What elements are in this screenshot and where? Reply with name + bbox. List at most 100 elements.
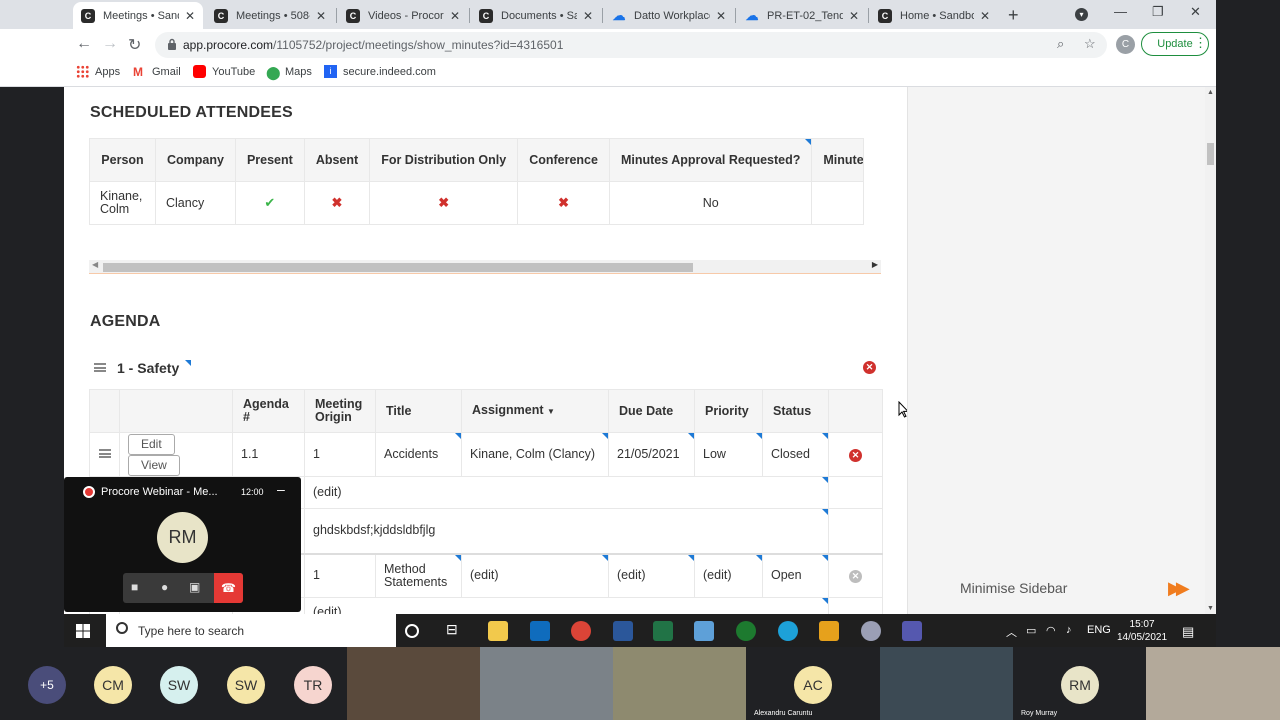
vertical-scrollbar[interactable]: ▲ ▼ xyxy=(1205,87,1216,614)
cortana-icon[interactable] xyxy=(405,624,419,638)
camera-icon[interactable]: ■ xyxy=(131,580,138,594)
file-explorer-icon[interactable] xyxy=(488,621,508,641)
teams-icon[interactable] xyxy=(902,621,922,641)
item-due-date[interactable]: 21/05/2021 xyxy=(608,432,695,477)
distribution-cross-icon[interactable]: ✖ xyxy=(438,195,449,210)
tab-documents[interactable]: C Documents • San ✕ xyxy=(471,2,601,29)
minimize-window-icon[interactable]: — xyxy=(1114,4,1127,19)
outlook-icon[interactable] xyxy=(530,621,550,641)
task-view-icon[interactable]: ⊟ xyxy=(446,621,466,641)
item-due-date[interactable]: (edit) xyxy=(608,553,695,598)
tab-pr-et-02[interactable]: ☁ PR-ET-02_Tender ✕ xyxy=(737,2,867,29)
item-assignment[interactable]: (edit) xyxy=(461,553,609,598)
item-status[interactable]: Closed xyxy=(762,432,829,477)
drag-handle-icon[interactable] xyxy=(98,449,111,458)
reload-icon[interactable]: ↻ xyxy=(128,35,141,55)
close-tab-icon[interactable]: ✕ xyxy=(450,9,460,23)
network-app-icon[interactable] xyxy=(694,621,714,641)
tab-meetings-sandbox[interactable]: C Meetings • Sandb ✕ xyxy=(73,2,203,29)
item-status[interactable]: Open xyxy=(762,553,829,598)
new-tab-button[interactable]: + xyxy=(1008,5,1019,26)
tab-title: Home • Sandbox xyxy=(900,9,974,22)
minimise-sidebar-arrow-icon[interactable]: ▶▶ xyxy=(1168,578,1190,599)
back-icon[interactable]: ← xyxy=(76,35,92,53)
restore-window-icon[interactable]: ❐ xyxy=(1152,4,1164,20)
address-bar[interactable]: app.procore.com/1105752/project/meetings… xyxy=(155,32,1107,58)
bookmark-youtube[interactable]: YouTube xyxy=(193,65,255,78)
item-assignment[interactable]: Kinane, Colm (Clancy) xyxy=(461,432,609,477)
scroll-right-icon[interactable]: ▶ xyxy=(872,260,878,269)
item-notes[interactable]: ghdskbdsf;kjddsldbfjlg xyxy=(304,508,829,554)
bookmark-star-icon[interactable]: ☆ xyxy=(1084,36,1096,52)
tab-datto-workplace[interactable]: ☁ Datto Workplace ✕ xyxy=(604,2,734,29)
close-tab-icon[interactable]: ✕ xyxy=(316,9,326,23)
close-tab-icon[interactable]: ✕ xyxy=(849,9,859,23)
col-assignment[interactable]: Assignment ▼ xyxy=(461,389,609,433)
horizontal-scrollbar[interactable]: ◀ ▶ xyxy=(89,260,881,274)
bookmark-indeed[interactable]: i secure.indeed.com xyxy=(324,65,436,78)
present-check-icon[interactable]: ✔ xyxy=(264,195,275,210)
bookmark-gmail[interactable]: M Gmail xyxy=(133,65,181,79)
taskbar-clock[interactable]: 15:07 14/05/2021 xyxy=(1117,618,1167,644)
agenda-section-title[interactable]: 1 - Safety xyxy=(117,360,192,376)
wifi-icon[interactable]: ◠ xyxy=(1046,624,1056,637)
pdf-app-icon[interactable] xyxy=(819,621,839,641)
language-indicator[interactable]: ENG xyxy=(1087,624,1111,636)
close-tab-icon[interactable]: ✕ xyxy=(980,9,990,23)
excel-icon[interactable] xyxy=(653,621,673,641)
item-priority[interactable]: (edit) xyxy=(694,553,763,598)
drag-handle-icon[interactable] xyxy=(94,363,106,372)
tab-meetings-508[interactable]: C Meetings • 508-1 ✕ xyxy=(206,2,334,29)
remove-item-icon[interactable]: ✕ xyxy=(849,448,862,462)
security-app-icon[interactable] xyxy=(736,621,756,641)
forward-icon[interactable]: → xyxy=(102,35,118,53)
scroll-up-icon[interactable]: ▲ xyxy=(1207,89,1214,96)
item-title[interactable]: Accidents xyxy=(375,432,462,477)
edit-button[interactable]: Edit xyxy=(128,433,175,455)
description-edit-link[interactable]: (edit) xyxy=(304,597,829,614)
bookmark-maps[interactable]: ⬤ Maps xyxy=(266,65,312,80)
close-tab-icon[interactable]: ✕ xyxy=(716,9,726,23)
battery-icon[interactable]: ▭ xyxy=(1026,624,1036,637)
microphone-icon[interactable]: ● xyxy=(161,580,168,594)
tab-search-icon[interactable]: ▾ xyxy=(1075,8,1088,21)
more-participants-badge[interactable]: +5 xyxy=(28,666,66,704)
edge-icon[interactable] xyxy=(778,621,798,641)
description-edit-link[interactable]: (edit) xyxy=(304,476,829,509)
chrome-icon[interactable] xyxy=(571,621,591,641)
volume-icon[interactable]: ♪ xyxy=(1066,624,1072,636)
notifications-icon[interactable]: ▤ xyxy=(1182,624,1194,640)
scroll-down-icon[interactable]: ▼ xyxy=(1207,605,1214,612)
conference-cross-icon[interactable]: ✖ xyxy=(558,195,569,210)
view-button[interactable]: View xyxy=(128,454,180,476)
tab-home-sandbox[interactable]: C Home • Sandbox ✕ xyxy=(870,2,998,29)
minimize-webinar-icon[interactable]: – xyxy=(277,481,285,497)
procore-favicon-icon: C xyxy=(346,8,360,23)
item-priority[interactable]: Low xyxy=(694,432,763,477)
tray-chevron-icon[interactable]: ︿ xyxy=(1006,624,1017,640)
scrollbar-thumb[interactable] xyxy=(1207,143,1214,165)
bookmark-apps[interactable]: Apps xyxy=(76,65,120,78)
item-title[interactable]: Method Statements xyxy=(375,553,462,598)
close-tab-icon[interactable]: ✕ xyxy=(185,9,195,23)
more-menu-icon[interactable]: ⋮ xyxy=(1194,35,1207,51)
profile-avatar[interactable]: C xyxy=(1116,35,1135,54)
absent-cross-icon[interactable]: ✖ xyxy=(332,195,343,210)
share-screen-icon[interactable]: ▣ xyxy=(189,580,200,594)
remove-section-icon[interactable]: ✕ xyxy=(863,361,876,374)
scrollbar-thumb[interactable] xyxy=(103,263,693,272)
remove-item-icon[interactable]: ✕ xyxy=(849,569,862,583)
snipping-tool-icon[interactable] xyxy=(861,621,881,641)
windows-start-icon[interactable] xyxy=(76,624,90,638)
close-window-icon[interactable]: ✕ xyxy=(1190,4,1201,20)
close-tab-icon[interactable]: ✕ xyxy=(583,9,593,23)
hang-up-icon[interactable]: ☎ xyxy=(214,573,243,603)
zoom-icon[interactable]: ⌕ xyxy=(1057,36,1064,52)
participant-name: Alexandru Caruntu xyxy=(754,710,813,717)
minimise-sidebar-label[interactable]: Minimise Sidebar xyxy=(960,580,1067,596)
word-icon[interactable] xyxy=(613,621,633,641)
scroll-left-icon[interactable]: ◀ xyxy=(92,260,98,269)
taskbar-search[interactable]: Type here to search xyxy=(106,614,396,647)
webinar-mini-window[interactable]: Procore Webinar - Me... 12:00 – RM ■ ● ▣… xyxy=(64,477,301,612)
tab-videos-procore[interactable]: C Videos - Procore ✕ xyxy=(338,2,468,29)
